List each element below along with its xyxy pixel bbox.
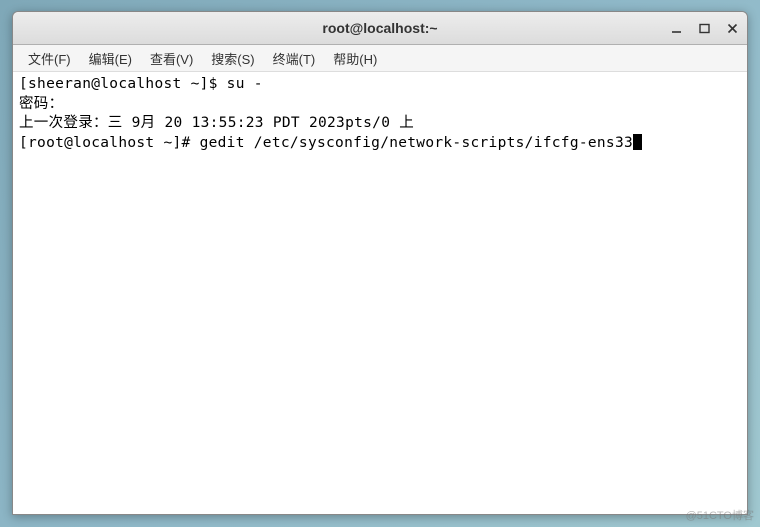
close-button[interactable] (725, 21, 739, 35)
menu-help[interactable]: 帮助(H) (324, 46, 386, 71)
terminal-line: [sheeran@localhost ~]$ su - (19, 75, 741, 95)
terminal-text: [root@localhost ~]# gedit /etc/sysconfig… (19, 135, 633, 151)
terminal-window: root@localhost:~ 文件(F) 编辑(E) 查看(V) 搜索(S)… (12, 11, 748, 515)
cursor-icon (633, 134, 642, 150)
menubar: 文件(F) 编辑(E) 查看(V) 搜索(S) 终端(T) 帮助(H) (13, 45, 747, 72)
terminal-line: [root@localhost ~]# gedit /etc/sysconfig… (19, 134, 741, 154)
titlebar[interactable]: root@localhost:~ (13, 12, 747, 45)
menu-terminal[interactable]: 终端(T) (264, 46, 325, 71)
terminal-content[interactable]: [sheeran@localhost ~]$ su -密码：上一次登录：三 9月… (13, 72, 747, 514)
maximize-button[interactable] (697, 21, 711, 35)
terminal-line: 密码： (19, 95, 741, 115)
menu-view[interactable]: 查看(V) (141, 46, 202, 71)
window-controls (669, 21, 739, 35)
window-title: root@localhost:~ (13, 20, 747, 36)
terminal-line: 上一次登录：三 9月 20 13:55:23 PDT 2023pts/0 上 (19, 114, 741, 134)
minimize-button[interactable] (669, 21, 683, 35)
menu-edit[interactable]: 编辑(E) (80, 46, 141, 71)
menu-search[interactable]: 搜索(S) (202, 46, 263, 71)
menu-file[interactable]: 文件(F) (19, 46, 80, 71)
watermark: @51CTO博客 (686, 507, 754, 523)
